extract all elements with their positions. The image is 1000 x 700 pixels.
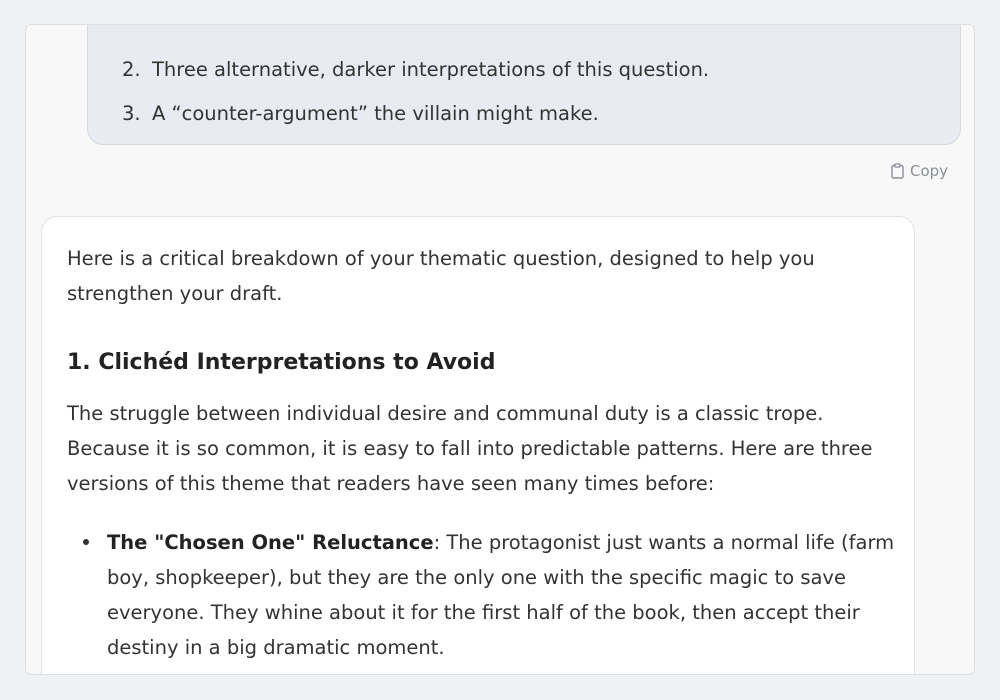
bullet-title: The "Chosen One" Reluctance <box>107 531 434 554</box>
intro-paragraph: Here is a critical breakdown of your the… <box>67 247 815 305</box>
bullet-marker <box>83 539 89 545</box>
bullet-item: The "Chosen One" Reluctance: The protago… <box>107 525 897 665</box>
user-message-bubble: 2. Three alternative, darker interpretati… <box>87 25 961 145</box>
list-item: 2. Three alternative, darker interpretati… <box>122 58 709 81</box>
list-item-text: Three alternative, darker interpretation… <box>152 58 710 81</box>
copy-button-label: Copy <box>910 162 949 180</box>
section-heading: 1. Clichéd Interpretations to Avoid <box>67 350 496 375</box>
copy-button[interactable]: Copy <box>891 161 948 181</box>
chat-window: 2. Three alternative, darker interpretati… <box>25 24 975 675</box>
list-item-number: 3. <box>122 102 141 125</box>
assistant-message-card: Here is a critical breakdown of your the… <box>41 216 915 674</box>
list-item: 3. A “counter-argument” the villain might… <box>122 102 599 125</box>
list-item-number: 2. <box>122 58 141 81</box>
section-paragraph: The struggle between individual desire a… <box>67 402 873 495</box>
clipboard-icon <box>891 163 904 179</box>
list-item-text: A “counter-argument” the villain might m… <box>152 102 599 125</box>
